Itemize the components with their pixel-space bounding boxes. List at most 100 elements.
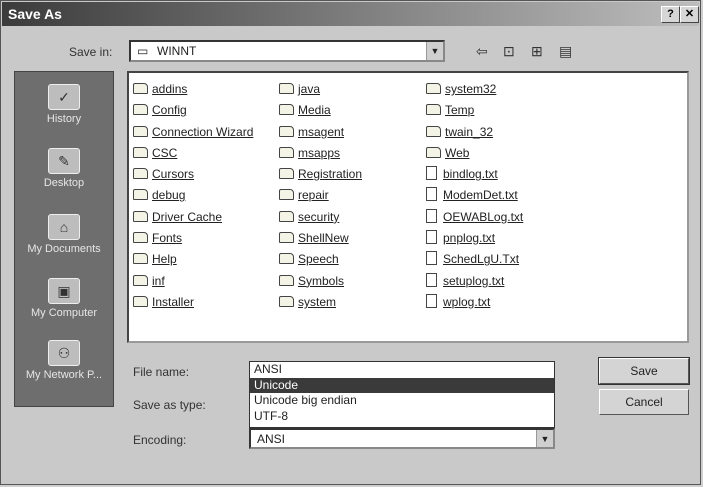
folder-icon [279, 253, 294, 265]
places-item-label: My Network P... [25, 369, 103, 381]
list-item[interactable]: Connection Wizard [133, 122, 253, 143]
list-item[interactable]: Registration [279, 164, 362, 185]
folder-icon [279, 295, 294, 307]
list-item[interactable]: Installer [133, 292, 253, 313]
places-item-label: Desktop [43, 177, 85, 189]
list-item[interactable]: setuplog.txt [426, 271, 523, 292]
title-bar: Save As ? ✕ [2, 2, 699, 26]
encoding-option[interactable]: UTF-8 [250, 409, 554, 425]
encoding-option[interactable]: Unicode big endian [250, 393, 554, 409]
list-item[interactable]: Driver Cache [133, 207, 253, 228]
list-item[interactable]: system [279, 292, 362, 313]
folder-icon [279, 83, 294, 94]
desktop-icon: ✎ [48, 148, 80, 174]
up-folder-icon[interactable]: ⊡ [503, 43, 515, 60]
folder-icon [426, 104, 441, 116]
list-item-label: twain_32 [445, 124, 494, 139]
history-icon: ✓ [48, 84, 80, 110]
list-item[interactable]: bindlog.txt [426, 164, 523, 185]
folder-icon [133, 146, 148, 158]
list-item[interactable]: inf [133, 271, 253, 292]
list-item-label: inf [152, 273, 165, 288]
list-item[interactable]: ModemDet.txt [426, 185, 523, 206]
back-icon[interactable]: ⇦ [476, 43, 488, 60]
encoding-label: Encoding: [133, 433, 187, 447]
views-menu-icon[interactable]: ▤ [559, 43, 572, 60]
chevron-down-icon[interactable]: ▼ [536, 430, 553, 447]
list-item[interactable]: OEWABLog.txt [426, 207, 523, 228]
places-item-history[interactable]: ✓ History [15, 84, 113, 125]
list-item[interactable]: Config [133, 100, 253, 121]
folder-icon: ▭ [137, 44, 149, 58]
list-item-label: SchedLgU.Txt [443, 252, 520, 267]
folder-icon [426, 83, 441, 94]
list-item[interactable]: wplog.txt [426, 292, 523, 313]
list-item[interactable]: Media [279, 100, 362, 121]
list-item[interactable]: Speech [279, 249, 362, 270]
list-item-label: system [298, 294, 337, 309]
close-button[interactable]: ✕ [680, 6, 699, 23]
folder-icon [279, 232, 294, 244]
list-item[interactable]: Cursors [133, 164, 253, 185]
list-item[interactable]: security [279, 207, 362, 228]
save-in-combo[interactable]: ▭ WINNT ▼ [129, 40, 445, 62]
list-item-label: Temp [445, 103, 475, 118]
list-item-label: Connection Wizard [152, 124, 254, 139]
list-item[interactable]: twain_32 [426, 122, 523, 143]
encoding-select[interactable]: ANSI ▼ [249, 428, 555, 449]
places-item-label: My Documents [27, 243, 101, 255]
help-button[interactable]: ? [661, 6, 680, 23]
cancel-button[interactable]: Cancel [599, 389, 689, 415]
save-in-value: WINNT [157, 44, 197, 58]
places-item-label: My Computer [30, 307, 98, 319]
list-item-label: Driver Cache [152, 209, 223, 224]
list-item[interactable]: system32 [426, 79, 523, 100]
places-item-my-computer[interactable]: ▣ My Computer [15, 278, 113, 319]
folder-icon [133, 274, 148, 286]
encoding-dropdown[interactable]: ANSI Unicode Unicode big endian UTF-8 [249, 361, 555, 428]
list-item[interactable]: debug [133, 185, 253, 206]
folder-icon [279, 125, 294, 137]
list-item[interactable]: addins [133, 79, 253, 100]
list-item-label: Symbols [298, 273, 345, 288]
list-item[interactable]: repair [279, 185, 362, 206]
list-item-label: Media [298, 103, 331, 118]
list-item[interactable]: msapps [279, 143, 362, 164]
places-item-my-network-p[interactable]: ⚇ My Network P... [15, 340, 113, 381]
chevron-down-icon[interactable]: ▼ [426, 42, 443, 60]
list-item-label: Speech [298, 252, 339, 267]
list-item-label: OEWABLog.txt [443, 209, 524, 224]
text-file-icon [426, 230, 437, 245]
list-item[interactable]: SchedLgU.Txt [426, 249, 523, 270]
list-item[interactable]: Symbols [279, 271, 362, 292]
list-item[interactable]: ShellNew [279, 228, 362, 249]
list-item-label: Registration [298, 167, 363, 182]
encoding-option[interactable]: Unicode [250, 377, 554, 393]
file-name-label: File name: [133, 365, 190, 379]
list-item[interactable]: pnplog.txt [426, 228, 523, 249]
list-item-label: Fonts [152, 231, 183, 246]
folder-icon [279, 104, 294, 116]
save-button[interactable]: Save [598, 357, 690, 385]
list-item[interactable]: java [279, 79, 362, 100]
places-item-my-documents[interactable]: ⌂ My Documents [15, 214, 113, 255]
list-item[interactable]: msagent [279, 122, 362, 143]
text-file-icon [426, 187, 437, 202]
list-item[interactable]: Help [133, 249, 253, 270]
list-item-label: security [298, 209, 340, 224]
list-item-label: Web [445, 145, 470, 160]
list-item[interactable]: Web [426, 143, 523, 164]
list-item[interactable]: Temp [426, 100, 523, 121]
folder-icon [133, 104, 148, 116]
list-item-label: pnplog.txt [443, 231, 496, 246]
folder-icon [279, 274, 294, 286]
list-item[interactable]: Fonts [133, 228, 253, 249]
list-item-label: system32 [445, 82, 497, 96]
places-item-desktop[interactable]: ✎ Desktop [15, 148, 113, 189]
list-item[interactable]: CSC [133, 143, 253, 164]
new-folder-icon[interactable]: ⊞ [531, 43, 543, 60]
file-list[interactable]: addins Config Connection Wizard CSC Cursors d… [127, 71, 689, 343]
encoding-option[interactable]: ANSI [250, 362, 554, 378]
folder-icon [133, 210, 148, 222]
save-as-type-label: Save as type: [133, 398, 206, 412]
